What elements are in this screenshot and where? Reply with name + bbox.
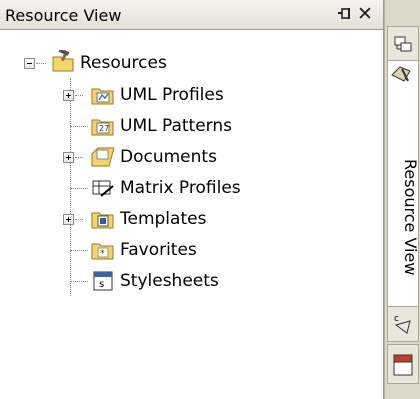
collapse-toggle[interactable] — [24, 58, 35, 69]
project-browser-tab-icon — [394, 36, 412, 52]
tree-item-label: Templates — [120, 209, 207, 229]
resources-toolbox-icon — [51, 48, 75, 72]
code-tab[interactable]: c — [387, 306, 419, 342]
close-icon: ✕ — [357, 3, 373, 25]
notes-tab[interactable] — [387, 344, 419, 384]
resource-view-panel: Resource View ✕ Resources UML Profiles 2… — [0, 0, 384, 399]
tree-connector — [70, 250, 88, 252]
pin-icon — [338, 8, 350, 19]
tree-item-templates[interactable]: Templates — [0, 208, 383, 232]
panel-title-bar[interactable]: Resource View ✕ — [0, 0, 383, 30]
tree-connector — [75, 157, 83, 159]
tree-item-label: UML Profiles — [120, 85, 224, 105]
tree-connector — [75, 95, 83, 97]
matrix-profiles-icon — [91, 177, 115, 199]
tree-item-stylesheets[interactable]: s Stylesheets — [0, 270, 383, 294]
tree-item-label: Stylesheets — [120, 271, 219, 291]
tree-item-label: UML Patterns — [120, 116, 233, 136]
tree-item-label: Resources — [80, 53, 167, 73]
stylesheets-icon: s — [91, 270, 115, 292]
code-tab-icon: c — [394, 314, 411, 334]
resource-view-tab-icon — [391, 66, 411, 82]
tree-connector — [70, 281, 88, 283]
svg-text:27: 27 — [99, 124, 109, 133]
svg-text:c: c — [394, 314, 399, 324]
notes-tab-icon — [393, 354, 413, 376]
svg-text:s: s — [99, 279, 104, 290]
panel-title: Resource View — [5, 6, 122, 25]
favorites-folder-icon: * — [91, 239, 115, 261]
expand-toggle[interactable] — [63, 214, 74, 225]
tree-item-resources[interactable]: Resources — [0, 48, 383, 76]
tree-item-uml-patterns[interactable]: 27 UML Patterns — [0, 115, 383, 139]
tree-item-documents[interactable]: Documents — [0, 146, 383, 170]
tree-connector — [36, 63, 46, 65]
tree-item-uml-profiles[interactable]: UML Profiles — [0, 84, 383, 108]
documents-folder-icon — [91, 146, 115, 168]
tree-item-label: Documents — [120, 147, 217, 167]
close-button[interactable]: ✕ — [355, 3, 375, 25]
uml-patterns-folder-icon: 27 — [91, 115, 115, 137]
pin-button[interactable] — [333, 6, 353, 24]
svg-text:*: * — [100, 249, 105, 259]
project-browser-tab[interactable] — [387, 26, 419, 62]
expand-toggle[interactable] — [63, 90, 74, 101]
resource-view-tab[interactable]: Resource View — [387, 60, 420, 318]
tree-item-favorites[interactable]: * Favorites — [0, 239, 383, 263]
tree-connector — [75, 219, 83, 221]
uml-profiles-folder-icon — [91, 84, 115, 106]
docked-tab-strip: Resource View c — [384, 0, 420, 399]
tree-item-label: Matrix Profiles — [120, 178, 241, 198]
tree-item-label: Favorites — [120, 240, 197, 260]
expand-toggle[interactable] — [63, 152, 74, 163]
templates-folder-icon — [91, 208, 115, 230]
tree-connector — [70, 126, 88, 128]
tree-connector — [70, 188, 88, 190]
tree-item-matrix-profiles[interactable]: Matrix Profiles — [0, 177, 383, 201]
